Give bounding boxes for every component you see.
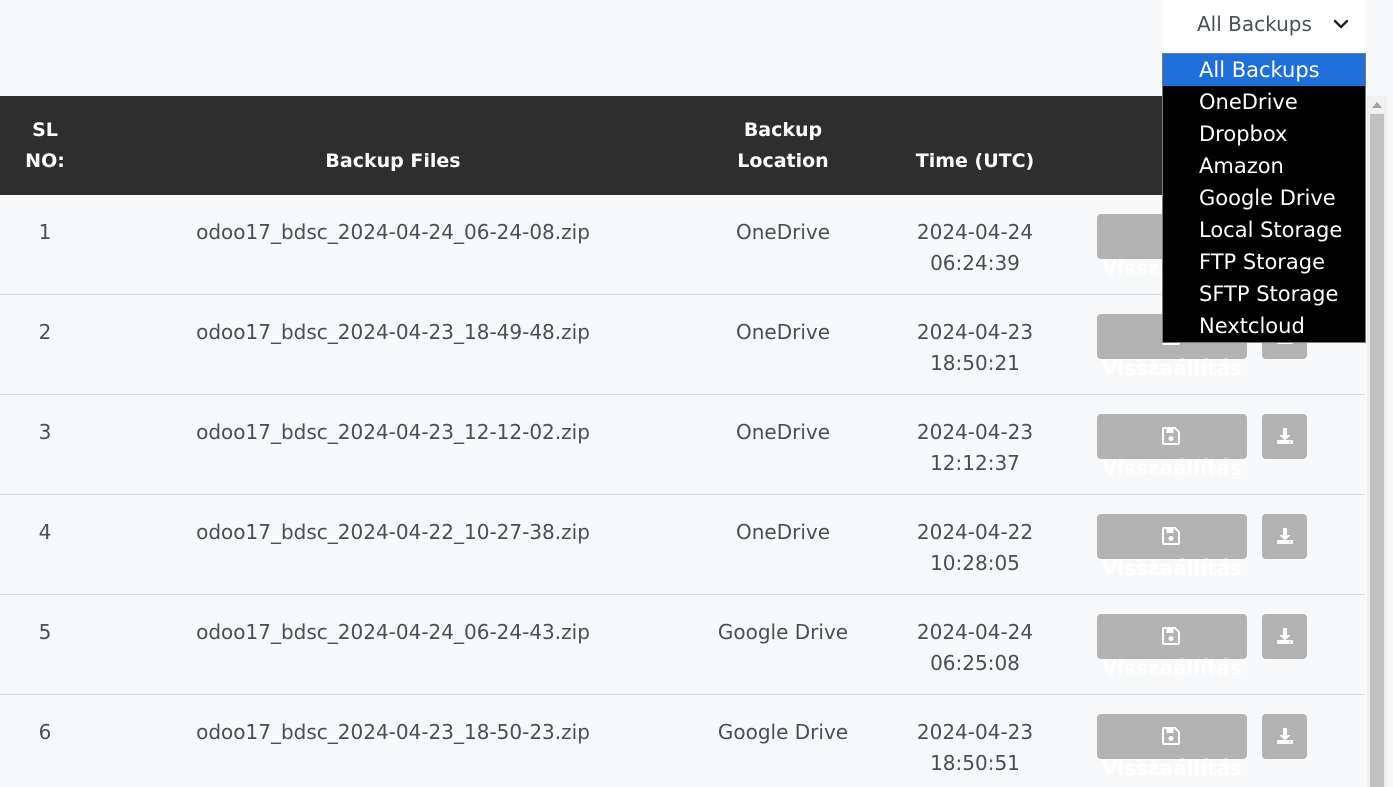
restore-button-label[interactable]: Visszaállítás [1097, 353, 1247, 384]
header-backup-location: Backup Location [683, 115, 883, 177]
filter-dropdown-list: All Backups OneDrive Dropbox Amazon Google D… [1162, 53, 1366, 343]
cell-backup-file: odoo17_bdsc_2024-04-24_06-24-08.zip [196, 220, 590, 244]
dropdown-option-ftp-storage[interactable]: FTP Storage [1163, 246, 1365, 278]
cell-time-date: 2024-04-23 [916, 420, 1034, 444]
dropdown-option-nextcloud[interactable]: Nextcloud [1163, 310, 1365, 342]
backup-list-page: SL NO: Backup Files Backup Location Time… [0, 0, 1393, 787]
header-time-utc: Time (UTC) [915, 150, 1035, 172]
download-button[interactable] [1262, 714, 1307, 759]
cell-backup-file: odoo17_bdsc_2024-04-24_06-24-43.zip [196, 620, 590, 644]
cell-backup-location: OneDrive [735, 320, 831, 344]
table-row: 6 odoo17_bdsc_2024-04-23_18-50-23.zip Go… [0, 695, 1365, 787]
cell-time-date: 2024-04-23 [916, 320, 1034, 344]
cell-sl-no: 1 [38, 220, 52, 244]
restore-button-label[interactable]: Visszaállítás [1097, 553, 1247, 584]
cell-backup-file: odoo17_bdsc_2024-04-23_18-49-48.zip [196, 320, 590, 344]
cell-time-clock: 18:50:21 [930, 351, 1020, 375]
dropdown-option-dropbox[interactable]: Dropbox [1163, 118, 1365, 150]
cell-time: 2024-04-22 10:28:05 [880, 517, 1070, 579]
restore-button-label[interactable]: Visszaállítás [1097, 453, 1247, 484]
table-row: 4 odoo17_bdsc_2024-04-22_10-27-38.zip On… [0, 495, 1365, 595]
cell-time-date: 2024-04-24 [916, 220, 1034, 244]
cell-time-clock: 06:24:39 [930, 251, 1020, 275]
header-sl-line2: NO: [25, 150, 65, 172]
dropdown-option-sftp-storage[interactable]: SFTP Storage [1163, 278, 1365, 310]
scrollbar-thumb[interactable] [1370, 114, 1384, 787]
cell-backup-file: odoo17_bdsc_2024-04-22_10-27-38.zip [196, 520, 590, 544]
floppy-disk-icon [1162, 527, 1180, 545]
header-location-line1: Backup [743, 119, 823, 141]
download-icon [1277, 728, 1293, 744]
floppy-disk-icon [1162, 627, 1180, 645]
cell-time-date: 2024-04-22 [916, 520, 1034, 544]
backups-table: SL NO: Backup Files Backup Location Time… [0, 96, 1365, 787]
table-row: 1 odoo17_bdsc_2024-04-24_06-24-08.zip On… [0, 195, 1365, 295]
download-button[interactable] [1262, 614, 1307, 659]
cell-backup-location: Google Drive [717, 720, 849, 744]
scroll-up-arrow-icon[interactable] [1372, 102, 1382, 108]
table-scrollbar[interactable] [1367, 96, 1387, 787]
cell-time-clock: 12:12:37 [930, 451, 1020, 475]
cell-backup-location: OneDrive [735, 420, 831, 444]
table-body: 1 odoo17_bdsc_2024-04-24_06-24-08.zip On… [0, 195, 1365, 787]
table-row: 2 odoo17_bdsc_2024-04-23_18-49-48.zip On… [0, 295, 1365, 395]
dropdown-option-amazon[interactable]: Amazon [1163, 150, 1365, 182]
download-icon [1277, 628, 1293, 644]
cell-backup-location: OneDrive [735, 220, 831, 244]
table-row: 3 odoo17_bdsc_2024-04-23_12-12-02.zip On… [0, 395, 1365, 495]
header-sl-no: SL NO: [0, 115, 90, 177]
cell-time: 2024-04-23 18:50:21 [880, 317, 1070, 379]
table-row: 5 odoo17_bdsc_2024-04-24_06-24-43.zip Go… [0, 595, 1365, 695]
table-header: SL NO: Backup Files Backup Location Time… [0, 96, 1365, 195]
cell-sl-no: 4 [38, 520, 52, 544]
chevron-down-icon [1333, 19, 1349, 29]
floppy-disk-icon [1162, 727, 1180, 745]
cell-sl-no: 5 [38, 620, 52, 644]
cell-backup-file: odoo17_bdsc_2024-04-23_18-50-23.zip [196, 720, 590, 744]
dropdown-option-local-storage[interactable]: Local Storage [1163, 214, 1365, 246]
cell-time-clock: 18:50:51 [930, 751, 1020, 775]
cell-time-date: 2024-04-23 [916, 720, 1034, 744]
download-icon [1277, 428, 1293, 444]
cell-sl-no: 2 [38, 320, 52, 344]
backup-filter-select[interactable]: All Backups [1162, 0, 1366, 50]
dropdown-option-google-drive[interactable]: Google Drive [1163, 182, 1365, 214]
cell-time: 2024-04-23 12:12:37 [880, 417, 1070, 479]
header-backup-files: Backup Files [325, 150, 461, 172]
restore-button-label[interactable]: Visszaállítás [1097, 653, 1247, 684]
cell-backup-location: Google Drive [717, 620, 849, 644]
cell-time-date: 2024-04-24 [916, 620, 1034, 644]
restore-button-label[interactable]: Visszaállítás [1097, 753, 1247, 784]
filter-selected-value: All Backups [1197, 12, 1312, 36]
header-location-line2: Location [737, 150, 829, 172]
cell-time: 2024-04-23 18:50:51 [880, 717, 1070, 779]
cell-time: 2024-04-24 06:25:08 [880, 617, 1070, 679]
cell-backup-file: odoo17_bdsc_2024-04-23_12-12-02.zip [196, 420, 590, 444]
cell-sl-no: 6 [38, 720, 52, 744]
floppy-disk-icon [1162, 427, 1180, 445]
cell-time-clock: 10:28:05 [930, 551, 1020, 575]
dropdown-option-all-backups[interactable]: All Backups [1163, 54, 1365, 86]
download-button[interactable] [1262, 414, 1307, 459]
dropdown-option-onedrive[interactable]: OneDrive [1163, 86, 1365, 118]
cell-sl-no: 3 [38, 420, 52, 444]
download-icon [1277, 528, 1293, 544]
cell-backup-location: OneDrive [735, 520, 831, 544]
cell-time-clock: 06:25:08 [930, 651, 1020, 675]
download-button[interactable] [1262, 514, 1307, 559]
cell-time: 2024-04-24 06:24:39 [880, 217, 1070, 279]
header-sl-line1: SL [32, 119, 58, 141]
